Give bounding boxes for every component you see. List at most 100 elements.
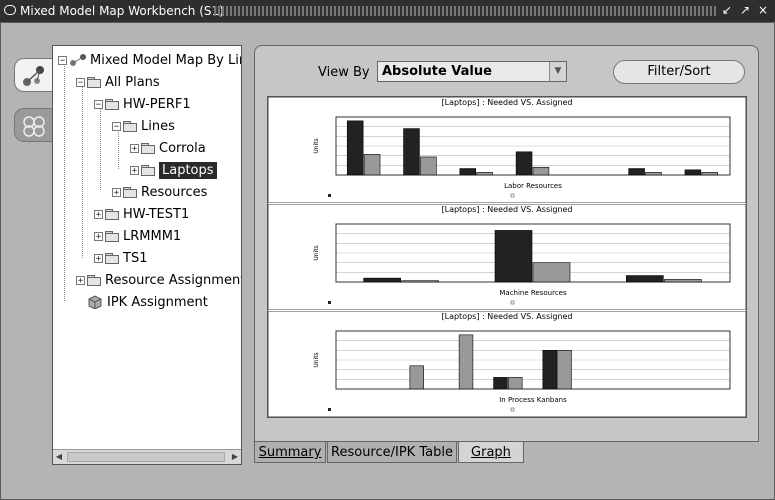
bar-needed bbox=[403, 128, 420, 176]
tree-node-corrola[interactable]: + Corrola bbox=[130, 139, 206, 157]
scroll-right-icon[interactable]: ▶ bbox=[229, 450, 241, 464]
collapse-icon[interactable]: − bbox=[76, 77, 85, 87]
bar-assigned bbox=[476, 172, 493, 176]
chart-title: [Laptops] : Needed VS. Assigned bbox=[441, 312, 572, 321]
collapse-icon[interactable]: − bbox=[94, 99, 103, 109]
chart-title: [Laptops] : Needed VS. Assigned bbox=[441, 98, 572, 107]
folder-icon bbox=[87, 274, 101, 286]
bar-needed bbox=[494, 230, 533, 283]
maximize-icon[interactable]: ↗ bbox=[737, 2, 753, 18]
side-tab-network[interactable] bbox=[14, 108, 52, 142]
tab-summary[interactable]: Summary bbox=[254, 442, 326, 463]
bar-assigned bbox=[458, 334, 474, 390]
expand-icon[interactable]: + bbox=[112, 187, 121, 197]
tab-graph[interactable]: Graph bbox=[458, 442, 524, 463]
bar-needed bbox=[515, 151, 533, 176]
tree-node-root[interactable]: − Mixed Model Map By Line bbox=[58, 51, 242, 69]
title-grip bbox=[214, 6, 716, 16]
window-title: Mixed Model Map Workbench (S1) bbox=[20, 4, 224, 18]
tab-resource-ipk-table[interactable]: Resource/IPK Table bbox=[327, 442, 457, 463]
cube-icon bbox=[88, 295, 102, 309]
scroll-left-icon[interactable]: ◀ bbox=[53, 450, 65, 464]
scroll-thumb[interactable] bbox=[67, 452, 225, 462]
bar-assigned bbox=[532, 262, 571, 283]
bar-needed bbox=[363, 277, 401, 283]
folder-icon bbox=[123, 186, 137, 198]
expand-icon[interactable]: + bbox=[94, 209, 103, 219]
folder-icon bbox=[87, 76, 101, 88]
folder-icon bbox=[105, 208, 119, 220]
tree-node-resources[interactable]: + Resources bbox=[112, 183, 207, 201]
tree-label: LRMMM1 bbox=[123, 228, 182, 244]
folder-icon bbox=[105, 252, 119, 264]
bar-needed bbox=[628, 168, 645, 176]
tree-node-lrmmm1[interactable]: + LRMMM1 bbox=[94, 227, 181, 245]
collapse-icon[interactable]: − bbox=[58, 55, 67, 65]
folder-icon bbox=[141, 142, 155, 154]
expand-icon[interactable]: + bbox=[130, 143, 139, 153]
legend-swatch-assigned bbox=[510, 300, 515, 305]
window-icon bbox=[4, 5, 16, 15]
tree-node-laptops[interactable]: + Laptops bbox=[130, 161, 217, 179]
tree-label: HW-TEST1 bbox=[123, 206, 190, 222]
view-by-select[interactable]: Absolute Value ▼ bbox=[377, 61, 567, 82]
network-icon bbox=[23, 66, 44, 86]
bar-needed bbox=[493, 377, 508, 390]
legend-swatch-needed bbox=[328, 408, 331, 411]
side-tab-mixed-model[interactable] bbox=[14, 58, 52, 92]
graph-panel: View By Absolute Value ▼ Filter/Sort [La… bbox=[254, 45, 759, 442]
tree-node-hw-test1[interactable]: + HW-TEST1 bbox=[94, 205, 189, 223]
tree-label: Resource Assignment bbox=[105, 272, 242, 288]
filter-sort-button[interactable]: Filter/Sort bbox=[613, 60, 745, 84]
bar-needed bbox=[459, 168, 477, 176]
network-icon bbox=[70, 54, 86, 66]
tree-node-ipk-assignment[interactable]: IPK Assignment bbox=[87, 293, 208, 311]
tree-label: Mixed Model Map By Line bbox=[90, 52, 242, 68]
bar-assigned bbox=[401, 280, 439, 283]
expand-icon[interactable]: + bbox=[130, 165, 139, 175]
tree-horizontal-scrollbar[interactable]: ◀ ▶ bbox=[53, 449, 241, 464]
legend-swatch-needed bbox=[328, 301, 331, 304]
tree-node-all-plans[interactable]: − All Plans bbox=[76, 73, 160, 91]
in-process-kanban-chart: [Laptops] : Needed VS. Assigned Units In P… bbox=[268, 311, 746, 417]
tree-label: HW-PERF1 bbox=[123, 96, 191, 112]
folder-icon bbox=[123, 120, 137, 132]
tree-node-hw-perf1[interactable]: − HW-PERF1 bbox=[94, 95, 191, 113]
expand-icon[interactable]: + bbox=[94, 253, 103, 263]
tree-node-resource-assignment[interactable]: + Resource Assignment bbox=[76, 271, 242, 289]
tree-node-lines[interactable]: − Lines bbox=[112, 117, 175, 135]
bar-needed bbox=[542, 350, 557, 390]
folder-icon bbox=[141, 164, 155, 176]
chevron-down-icon[interactable]: ▼ bbox=[549, 62, 566, 81]
x-axis-label: Labor Resources bbox=[504, 182, 562, 190]
bar-needed bbox=[684, 169, 702, 176]
folder-icon bbox=[105, 230, 119, 242]
tree-label: IPK Assignment bbox=[107, 294, 208, 310]
legend-swatch-assigned bbox=[510, 407, 515, 412]
bar-assigned bbox=[363, 154, 381, 176]
bar-assigned bbox=[420, 156, 437, 176]
minimize-icon[interactable]: ↙ bbox=[719, 2, 735, 18]
view-by-label: View By bbox=[318, 65, 370, 80]
graph-area: [Laptops] : Needed VS. Assigned Units Labo… bbox=[267, 96, 747, 418]
close-icon[interactable]: × bbox=[755, 2, 771, 18]
bar-assigned bbox=[645, 172, 662, 176]
expand-icon[interactable]: + bbox=[94, 231, 103, 241]
cluster-icon bbox=[23, 116, 45, 137]
y-axis-label: Units bbox=[313, 352, 320, 367]
bar-assigned bbox=[664, 279, 702, 283]
bar-assigned bbox=[508, 377, 523, 390]
tree-node-ts1[interactable]: + TS1 bbox=[94, 249, 147, 267]
bar-needed bbox=[626, 275, 664, 283]
bar-needed bbox=[346, 120, 364, 176]
machine-resources-chart: [Laptops] : Needed VS. Assigned Units Mach… bbox=[268, 204, 746, 310]
legend-swatch-needed bbox=[328, 194, 331, 197]
tree-label: Lines bbox=[141, 118, 175, 134]
labor-resources-chart: [Laptops] : Needed VS. Assigned Units Labo… bbox=[268, 97, 746, 203]
collapse-icon[interactable]: − bbox=[112, 121, 121, 131]
x-axis-label: In Process Kanbans bbox=[499, 396, 567, 404]
x-axis-label: Machine Resources bbox=[499, 289, 567, 297]
view-by-value: Absolute Value bbox=[382, 64, 492, 79]
expand-icon[interactable]: + bbox=[76, 275, 85, 285]
navigator-tree[interactable]: − Mixed Model Map By Line − All Plans − … bbox=[52, 45, 242, 465]
